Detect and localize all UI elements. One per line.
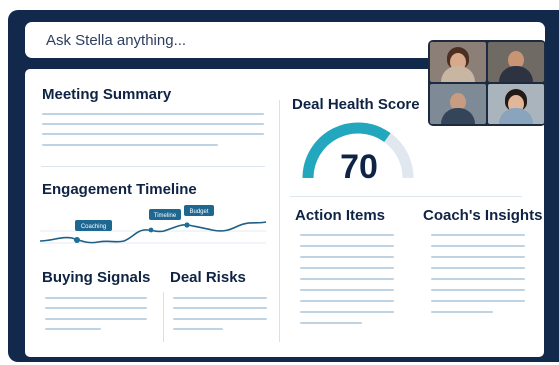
video-call-grid[interactable] xyxy=(428,40,546,126)
meeting-summary-title: Meeting Summary xyxy=(42,86,172,103)
svg-text:Coaching: Coaching xyxy=(81,224,106,230)
timeline-marker-budget: Budget xyxy=(184,205,214,216)
deal-health-score: 70 xyxy=(340,148,378,186)
divider xyxy=(279,100,280,342)
engagement-timeline-title: Engagement Timeline xyxy=(42,181,197,198)
timeline-dot xyxy=(184,222,190,228)
participant-tile[interactable] xyxy=(430,42,486,82)
engagement-line xyxy=(39,221,267,244)
deal-health-title: Deal Health Score xyxy=(292,96,420,113)
buying-signals-title: Buying Signals xyxy=(42,269,151,286)
participant-tile[interactable] xyxy=(430,84,486,124)
engagement-timeline-chart: Coaching Timeline Budget xyxy=(39,205,267,244)
svg-text:Budget: Budget xyxy=(189,209,208,215)
coach-insights-title: Coach's Insights xyxy=(423,207,543,224)
divider xyxy=(163,292,164,342)
deal-risks-title: Deal Risks xyxy=(170,269,246,286)
participant-tile[interactable] xyxy=(488,84,544,124)
participant-tile[interactable] xyxy=(488,42,544,82)
search-input[interactable]: Ask Stella anything... xyxy=(46,32,186,49)
timeline-dot xyxy=(74,237,80,243)
action-items-title: Action Items xyxy=(295,207,386,224)
timeline-dot xyxy=(148,227,154,233)
divider xyxy=(41,166,265,167)
divider xyxy=(290,196,522,197)
svg-text:Timeline: Timeline xyxy=(154,213,177,219)
timeline-marker-coaching: Coaching xyxy=(75,220,112,231)
timeline-marker-timeline: Timeline xyxy=(149,209,181,220)
